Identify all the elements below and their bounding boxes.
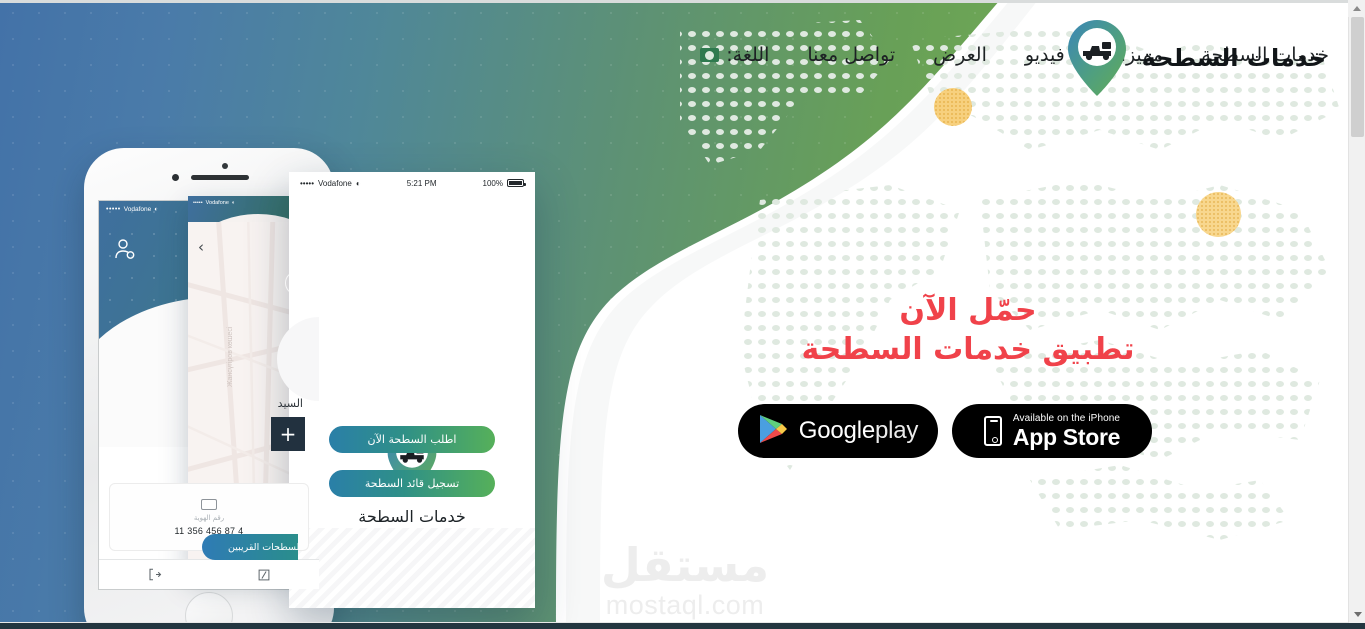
bottom-status-bar	[0, 623, 1365, 629]
splash-diagonal-pattern	[289, 528, 535, 608]
scroll-up-arrow-icon[interactable]	[1348, 0, 1365, 17]
clock-label: 5:21 PM	[406, 178, 437, 188]
nav-item-contact[interactable]: تواصل معنا	[788, 43, 914, 67]
splash-status-bar: ••••• Vodafone ◐ 5:21 PM 100%	[289, 172, 535, 194]
chevron-back-icon[interactable]: ‹	[198, 238, 204, 256]
app-store-button[interactable]: Available on the iPhone App Store	[952, 404, 1152, 458]
scrollbar-thumb[interactable]	[1351, 17, 1364, 137]
signal-dots-icon: •••••	[193, 200, 203, 206]
id-label: رقم الهوية	[193, 513, 225, 522]
splash-status-right: 100%	[482, 178, 526, 188]
logout-icon[interactable]	[99, 567, 209, 582]
google-play-label: Google	[798, 417, 875, 444]
carrier-label: Vodafone	[123, 206, 152, 213]
svg-text:Жансүгіров көшесі: Жансүгіров көшесі	[226, 326, 234, 387]
home-button[interactable]	[185, 592, 233, 623]
splash-buttons: اطلب السطحة الآن تسجيل قائد السطحة	[329, 426, 495, 497]
decorative-dotted-circle-1	[934, 88, 972, 126]
google-play-text: Googleplay	[798, 417, 919, 444]
splash-screen: ••••• Vodafone ◐ 5:21 PM 100% خدمات السط…	[289, 172, 535, 608]
page-content: خدمات السطحة مميزات فيديو العرض تواصل مع…	[0, 0, 1348, 623]
scroll-down-arrow-icon[interactable]	[1349, 606, 1365, 623]
register-driver-button[interactable]: تسجيل قائد السطحة	[329, 470, 495, 497]
nav-item-offer[interactable]: العرض	[914, 43, 1006, 67]
splash-app-title: خدمات السطحة	[358, 507, 466, 526]
profile-tab-bar	[99, 559, 319, 589]
browser-viewport: خدمات السطحة مميزات فيديو العرض تواصل مع…	[0, 0, 1365, 629]
earpiece-speaker	[191, 175, 249, 180]
order-tow-truck-button[interactable]: اطلب السطحة الآن	[329, 426, 495, 453]
battery-percent-label: 100%	[482, 178, 503, 188]
user-settings-icon[interactable]	[113, 237, 137, 265]
wifi-icon: ◐	[355, 178, 361, 188]
chevron-down-icon[interactable]: ▾	[285, 271, 319, 295]
splash-status-left: ••••• Vodafone ◐	[300, 179, 361, 188]
profile-status-left: ••••• Vodafone ◐	[106, 206, 158, 213]
signal-dots-icon: •••••	[300, 178, 315, 188]
app-store-badges: Available on the iPhone App Store Google…	[738, 404, 1152, 458]
language-switcher[interactable]: اللغة:	[700, 44, 788, 66]
google-play-button[interactable]: Googleplay	[738, 404, 938, 458]
top-divider	[0, 0, 1348, 3]
headline-line-1: حمّل الآن	[899, 293, 1037, 328]
site-logo[interactable]: خدمات السطحة	[1066, 18, 1326, 98]
hero-headline: حمّل الآن تطبيق خدمات السطحة	[768, 292, 1168, 370]
decorative-dotted-circle-2	[1196, 192, 1241, 237]
brand-name: خدمات السطحة	[1141, 44, 1326, 72]
iphone-icon	[983, 416, 1002, 446]
app-store-label: App Store	[1012, 423, 1121, 450]
language-label: اللغة:	[726, 44, 770, 66]
vertical-scrollbar[interactable]	[1348, 0, 1365, 623]
carrier-label: Vodafone	[205, 200, 229, 206]
add-button[interactable]: +	[271, 417, 305, 451]
wifi-icon: ◐	[154, 206, 159, 213]
carrier-label: Vodafone	[318, 178, 352, 188]
saudi-flag-icon	[700, 48, 720, 62]
map-pin-tow-truck-icon	[1066, 18, 1128, 98]
signal-dots-icon: •••••	[106, 206, 121, 213]
google-play-label-light: play	[874, 417, 919, 444]
edit-icon[interactable]	[209, 568, 319, 582]
headline-line-2: تطبيق خدمات السطحة	[801, 332, 1135, 367]
id-card-icon	[201, 498, 217, 510]
app-store-tagline: Available on the iPhone	[1012, 412, 1121, 424]
map-status-bar: ••••• Vodafone ◐	[188, 196, 298, 210]
wifi-icon: ◐	[231, 200, 236, 206]
nearby-trucks-button[interactable]: السطحات القريبين	[202, 534, 298, 560]
profile-name-label: السيد	[277, 397, 303, 410]
phone-mockups: ••••• Vodafone ◐ ▾ السيد + رقم الهوية 11…	[0, 0, 700, 623]
front-camera-icon	[222, 163, 228, 169]
google-play-triangle-icon	[758, 413, 788, 449]
sensor-icon	[172, 174, 179, 181]
battery-full-icon	[507, 179, 526, 187]
app-store-text: Available on the iPhone App Store	[1012, 412, 1121, 450]
